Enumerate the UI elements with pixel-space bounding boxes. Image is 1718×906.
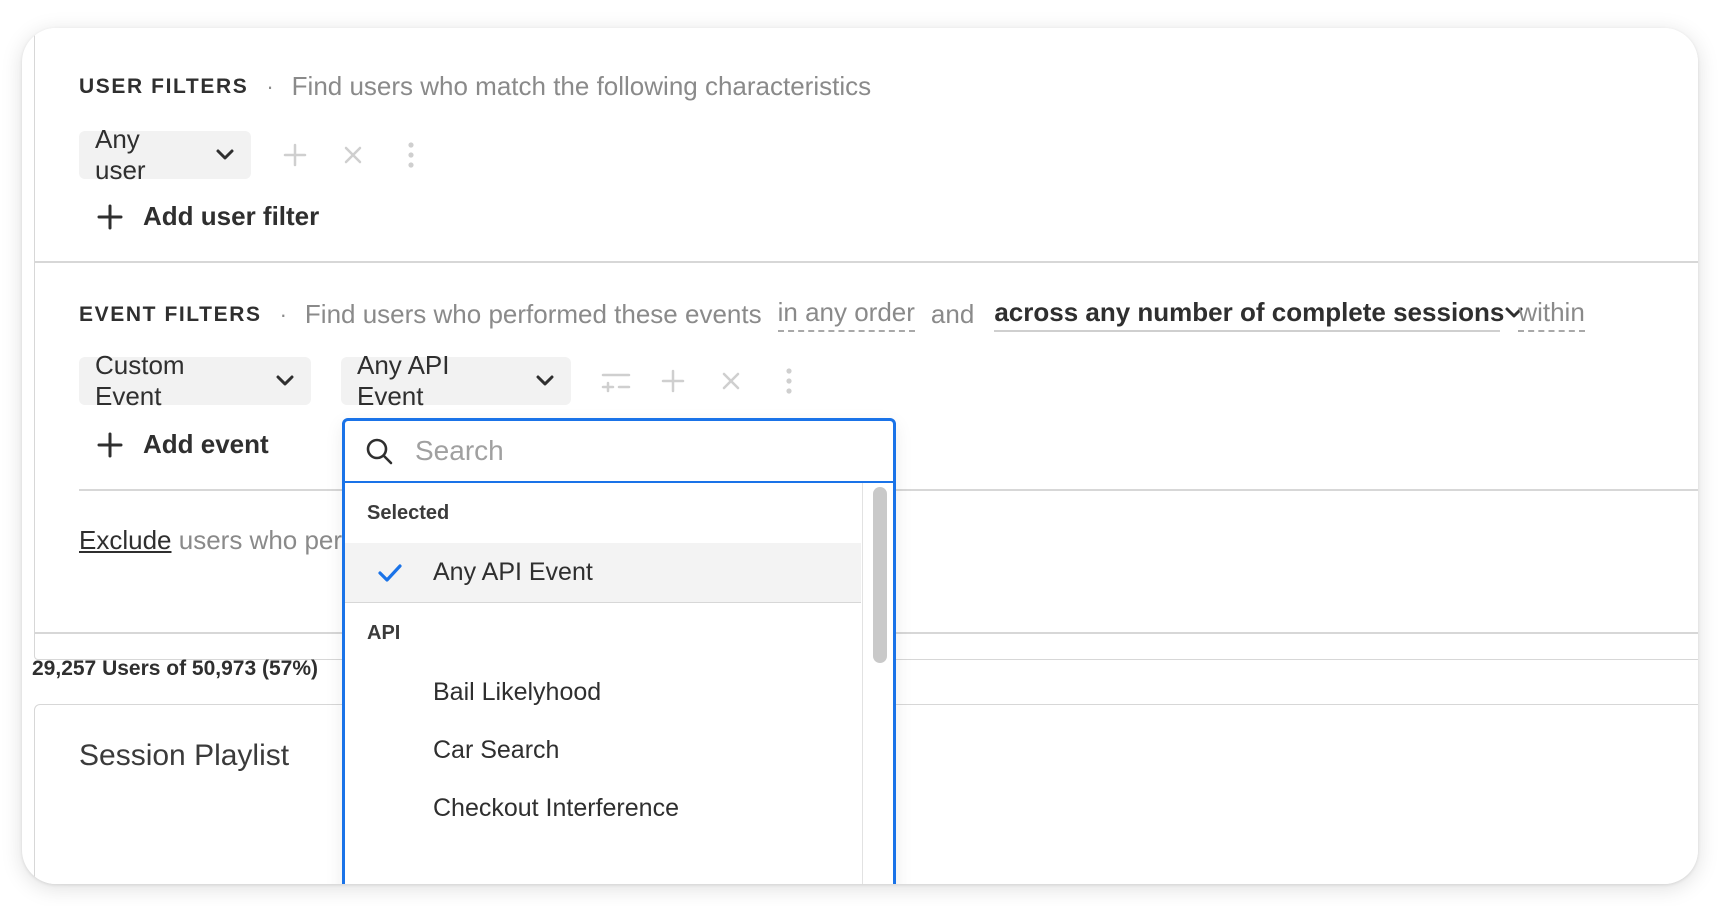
- option-label: Checkout Interference: [433, 793, 679, 822]
- chevron-down-icon: [215, 148, 235, 162]
- results-summary: 29,257 Users of 50,973 (57%): [32, 657, 319, 680]
- option-any-api-event[interactable]: Any API Event: [345, 543, 861, 603]
- add-user-filter-label: Add user filter: [143, 201, 320, 231]
- event-type-dropdown[interactable]: Custom Event: [79, 350, 311, 411]
- any-user-dropdown[interactable]: Any user: [79, 124, 251, 185]
- option-car-search[interactable]: Car Search: [345, 721, 861, 779]
- user-filters-description: Find users who match the following chara…: [291, 71, 872, 101]
- add-event-label: Add event: [143, 429, 269, 459]
- chevron-down-icon: [535, 374, 555, 388]
- close-icon[interactable]: [717, 367, 745, 395]
- sessions-selector-label: across any number of complete sessions: [994, 297, 1505, 327]
- close-icon[interactable]: [339, 141, 367, 169]
- event-search-bar: [345, 421, 893, 483]
- section-divider: [35, 261, 1698, 263]
- group-header-selected: Selected: [367, 501, 450, 524]
- plus-icon: [97, 432, 123, 458]
- group-header-api: API: [367, 621, 401, 644]
- scrollbar-thumb[interactable]: [873, 487, 887, 663]
- scrollbar-track: [861, 483, 863, 884]
- more-vertical-icon[interactable]: [775, 367, 803, 395]
- plus-icon: [97, 204, 123, 230]
- option-label: Any API Event: [433, 558, 593, 586]
- event-search-input[interactable]: [415, 435, 835, 467]
- and-label: and: [930, 299, 975, 329]
- option-label: Car Search: [433, 735, 560, 764]
- user-filters-title: USER FILTERS: [79, 74, 249, 98]
- event-value-dropdown[interactable]: Any API Event: [341, 350, 571, 411]
- split-icon[interactable]: [599, 367, 633, 395]
- check-icon: [377, 561, 403, 585]
- option-bail-likelyhood[interactable]: Bail Likelyhood: [345, 663, 861, 721]
- event-picker-dropdown: Selected Any API Event API Bail Likelyho…: [342, 418, 896, 884]
- header-separator: ·: [279, 301, 287, 327]
- header-separator: ·: [266, 73, 274, 99]
- within-selector[interactable]: within: [1518, 297, 1585, 332]
- order-selector[interactable]: in any order: [777, 297, 915, 332]
- plus-icon[interactable]: [281, 141, 309, 169]
- exclude-text: users who perf: [178, 525, 350, 555]
- session-playlist-title: Session Playlist: [79, 739, 290, 772]
- exclude-row: Exclude users who perf: [79, 525, 349, 556]
- add-user-filter-button[interactable]: Add user filter: [97, 201, 319, 232]
- event-value-label: Any API Event: [357, 350, 450, 411]
- search-icon: [365, 437, 393, 465]
- event-option-list: Selected Any API Event API Bail Likelyho…: [345, 483, 861, 884]
- event-type-label: Custom Event: [95, 350, 185, 411]
- event-filters-title: EVENT FILTERS: [79, 302, 262, 326]
- event-filters-description: Find users who performed these events: [304, 299, 762, 329]
- user-filters-header: USER FILTERS · Find users who match the …: [79, 71, 871, 102]
- app-frame: USER FILTERS · Find users who match the …: [22, 28, 1698, 884]
- add-event-button[interactable]: Add event: [97, 429, 269, 460]
- more-vertical-icon[interactable]: [397, 141, 425, 169]
- option-label: Bail Likelyhood: [433, 677, 602, 706]
- event-filters-header: EVENT FILTERS · Find users who performed…: [79, 297, 1585, 332]
- exclude-link[interactable]: Exclude: [79, 525, 172, 555]
- sessions-selector[interactable]: across any number of complete sessions: [994, 297, 1523, 332]
- option-checkout-interference[interactable]: Checkout Interference: [345, 779, 861, 837]
- chevron-down-icon: [275, 374, 295, 388]
- plus-icon[interactable]: [659, 367, 687, 395]
- any-user-label: Any user: [95, 124, 146, 185]
